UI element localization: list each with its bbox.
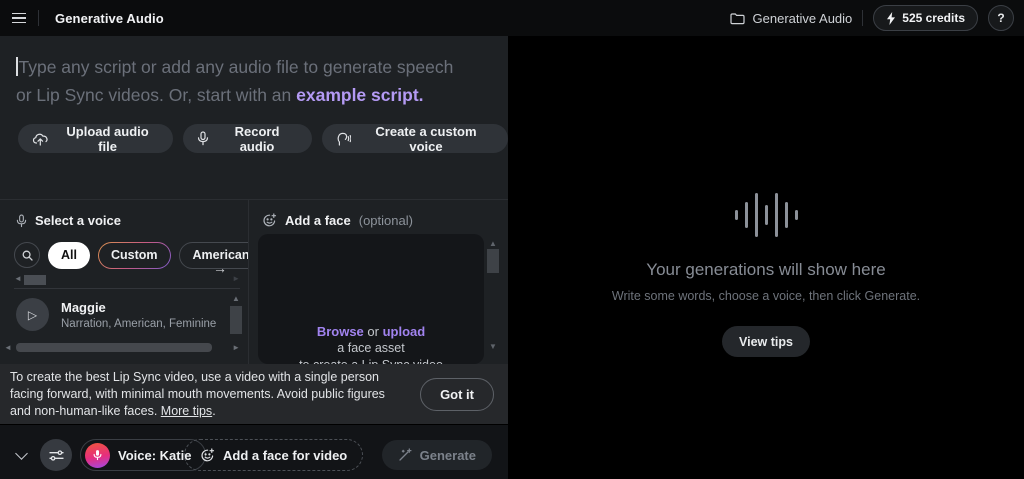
scroll-up-icon[interactable]: ▲ [489,239,497,248]
project-label: Generative Audio [752,10,853,26]
credits-button[interactable]: 525 credits [873,5,978,31]
face-add-icon [262,213,277,228]
voice-hscrollbar-thumb[interactable] [16,343,212,352]
top-bar: Generative Audio Generative Audio 525 cr… [0,0,1024,36]
waveform-icon [734,193,798,237]
voice-list-hscrollbar[interactable]: ◄ ► [4,342,244,354]
menu-icon[interactable] [0,0,38,36]
filters-scrollbar[interactable]: ◄ ► [14,274,240,286]
magic-wand-icon [398,448,412,462]
help-button[interactable]: ? [988,5,1014,31]
voice-waves-icon [336,132,351,146]
generations-empty-title: Your generations will show here [646,260,886,279]
face-drop-text: Browse or upload a face asset to create … [258,323,484,364]
scroll-left-icon[interactable]: ◄ [14,274,22,283]
record-audio-button[interactable]: Record audio [183,123,312,154]
microphone-icon [16,213,27,228]
scroll-right-icon[interactable]: ► [232,343,240,352]
column-divider [248,200,249,364]
notice-text: To create the best Lip Sync video, use a… [10,369,385,418]
composer-footer: Voice: Katie Add a face for video Genera… [0,424,508,479]
topbar-divider [38,10,39,26]
folder-icon [729,12,745,25]
voice-avatar [85,442,110,468]
face-add-icon [200,447,215,463]
composer-panel: Type any script or add any audio file to… [0,36,508,479]
scroll-right-icon[interactable]: ► [232,274,240,283]
record-audio-label: Record audio [234,123,280,154]
optional-label: (optional) [358,213,413,228]
generations-empty-subtitle: Write some words, choose a voice, then c… [611,289,921,303]
filters-scrollbar-thumb[interactable] [24,275,46,285]
generate-label: Generate [419,447,476,463]
voice-scrollbar-thumb[interactable] [230,306,242,334]
voice-search-button[interactable] [14,242,40,268]
page-title: Generative Audio [55,10,164,26]
example-script-link[interactable]: example script. [296,85,423,105]
select-voice-title: Select a voice [35,213,121,228]
more-tips-link[interactable]: More tips [161,404,212,418]
generate-button[interactable]: Generate [381,440,492,470]
sliders-icon [48,449,64,462]
voice-list-item-maggie[interactable]: ▷ Maggie Narration, American, Feminine [16,298,222,331]
project-selector[interactable]: Generative Audio [729,10,853,26]
search-icon [22,250,33,261]
generative-audio-app: Generative Audio Generative Audio 525 cr… [0,0,1024,479]
lip-sync-notice: To create the best Lip Sync video, use a… [0,364,508,424]
credits-bolt-icon [886,11,896,25]
selected-voice-label: Voice: Katie [118,447,192,463]
view-tips-button[interactable]: View tips [722,326,810,357]
generations-panel: Your generations will show here Write so… [508,36,1024,479]
face-drop-area[interactable]: Browse or upload a face asset to create … [258,234,484,364]
upload-link[interactable]: upload [383,324,426,339]
create-custom-voice-button[interactable]: Create a custom voice [321,123,508,154]
voice-tags: Narration, American, Feminine [61,317,217,330]
face-drop-line3: to create a Lip Sync video [258,357,484,364]
face-panel-scrollbar[interactable]: ▲ ▼ [486,239,500,351]
scroll-left-icon[interactable]: ◄ [4,343,12,352]
got-it-button[interactable]: Got it [420,377,494,411]
filter-custom[interactable]: Custom [97,241,171,269]
create-custom-voice-label: Create a custom voice [375,123,477,154]
filter-all[interactable]: All [48,241,90,269]
upload-audio-button[interactable]: Upload audio file [18,123,174,154]
section-divider [0,199,508,200]
add-face-for-video-button[interactable]: Add a face for video [184,439,364,471]
scroll-up-icon[interactable]: ▲ [232,294,240,303]
select-voice-header: Select a voice [16,213,121,228]
play-voice-button[interactable]: ▷ [16,298,49,331]
filter-list-divider [14,288,240,289]
credits-label: 525 credits [902,11,965,25]
voice-name: Maggie [61,299,106,315]
collapse-chevron-icon[interactable] [15,447,28,460]
add-face-for-video-label: Add a face for video [223,447,348,463]
browse-link[interactable]: Browse [317,324,364,339]
topbar-divider [862,10,864,26]
face-scrollbar-thumb[interactable] [487,249,499,273]
scroll-down-icon[interactable]: ▼ [489,342,497,351]
face-drop-line2: a face asset [337,341,405,355]
text-caret [16,57,18,76]
microphone-icon [197,131,209,146]
cloud-upload-icon [32,132,49,146]
voice-info: Maggie Narration, American, Feminine [61,300,216,330]
script-input[interactable]: Type any script or add any audio file to… [16,53,468,109]
upload-audio-label: Upload audio file [66,123,149,154]
audio-actions-row: Upload audio file Record audio Create a … [18,123,508,154]
settings-button[interactable] [40,439,72,471]
add-face-header: Add a face (optional) [262,213,413,228]
add-face-title: Add a face [285,213,351,228]
